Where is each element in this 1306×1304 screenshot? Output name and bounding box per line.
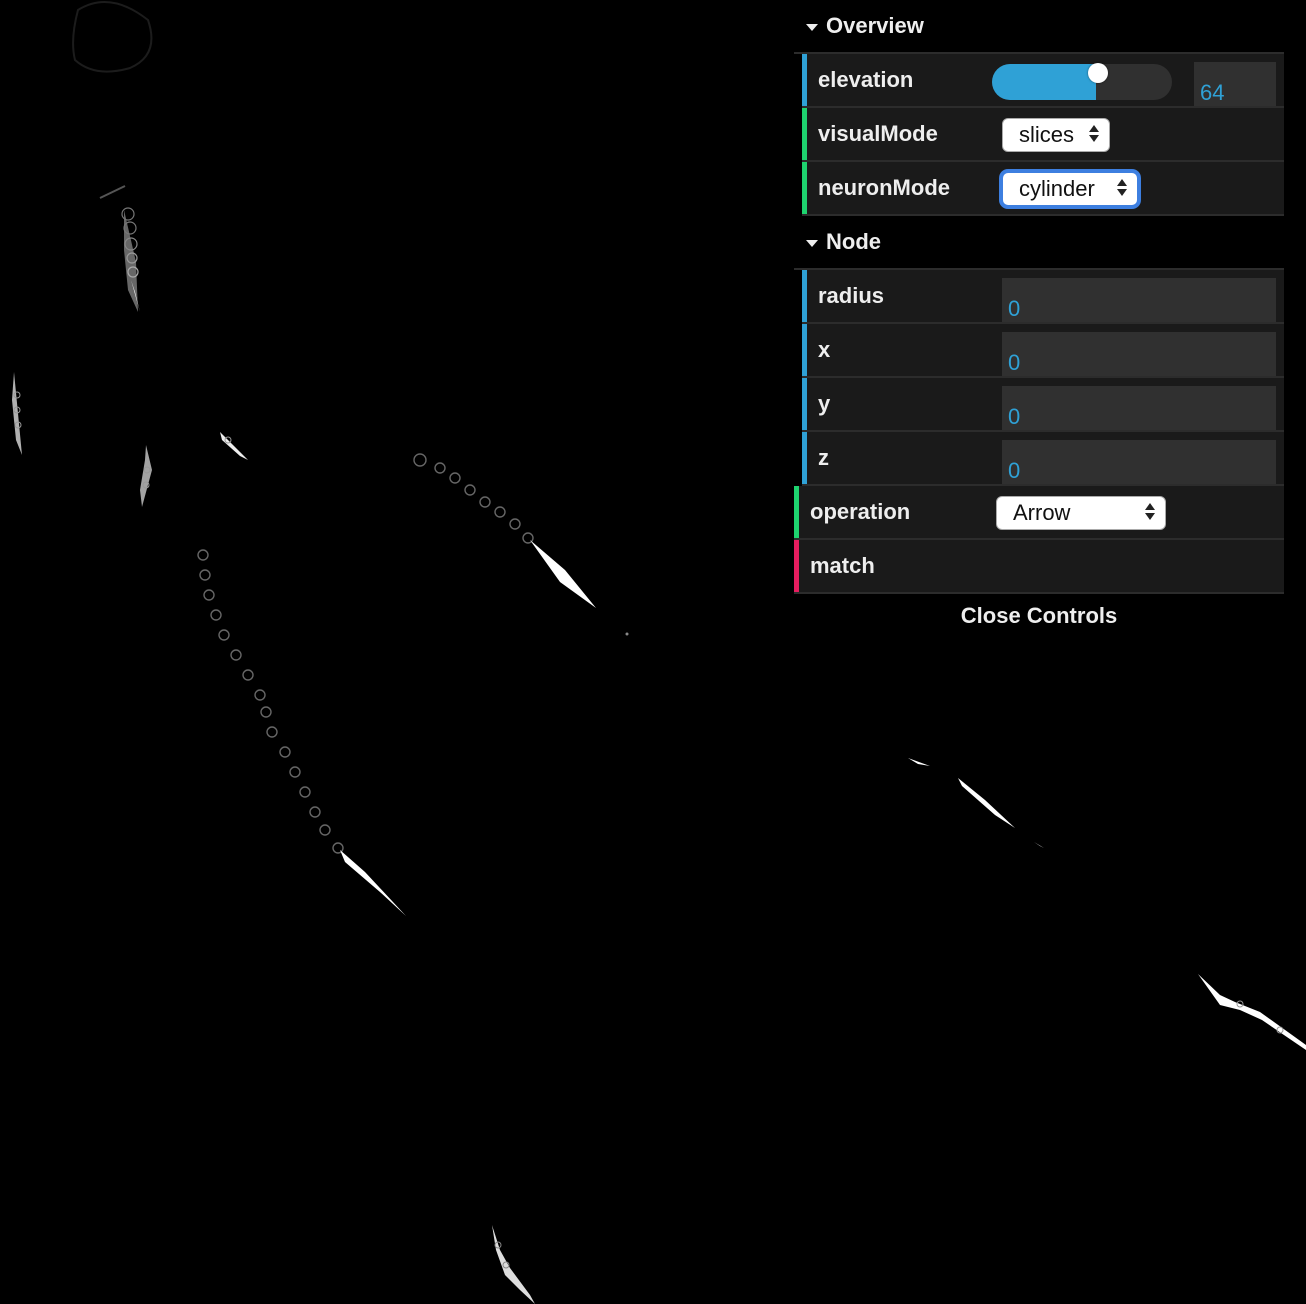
operation-label: operation [810,499,911,524]
number-accent-bar [802,324,807,376]
radius-label: radius [818,283,885,308]
folder-overview-title[interactable]: Overview [794,0,1284,54]
number-accent-bar [802,378,807,430]
match-label: match [810,553,875,578]
neurite-branch-9 [492,1225,535,1304]
elevation-value-input[interactable]: 64 [1194,62,1276,106]
option-accent-bar [802,108,807,160]
operation-select[interactable]: Arrow [996,496,1166,530]
control-visual-mode: visualMode slices [802,108,1284,162]
neurite-branch-8 [1198,974,1306,1050]
control-radius: radius 0 [802,270,1284,324]
control-operation: operation Arrow [794,486,1284,540]
folder-node-title[interactable]: Node [794,216,1284,270]
soma-outline [72,1,153,73]
speck [625,632,629,636]
folder-overview-label: Overview [826,13,924,38]
option-accent-bar [802,162,807,214]
match-button[interactable]: match [794,540,1284,594]
control-y: y 0 [802,378,1284,432]
z-label: z [818,445,829,470]
control-z: z 0 [802,432,1284,486]
control-x: x 0 [802,324,1284,378]
neuron-mode-select[interactable]: cylinder [1002,172,1138,206]
x-input[interactable]: 0 [1002,332,1276,376]
y-label: y [818,391,831,416]
y-input[interactable]: 0 [1002,386,1276,430]
x-label: x [818,337,831,362]
controls-panel: Overview elevation 64 visualMode slices … [794,0,1284,638]
neurite-branch-6-tip [415,450,596,608]
neurite-branch-6 [413,453,534,544]
neurite-branch-5 [197,549,344,854]
neuron-mode-label: neuronMode [818,175,950,200]
radius-input[interactable]: 0 [1002,278,1276,322]
close-controls-button[interactable]: Close Controls [794,594,1284,638]
neurite-branch-3 [140,445,152,507]
number-accent-bar [802,54,807,106]
number-accent-bar [802,270,807,322]
operation-selected: Arrow [1013,500,1071,525]
neurite-branch-5-tip [340,850,406,916]
neurite-branch-1 [99,185,140,312]
control-elevation: elevation 64 [802,54,1284,108]
z-input[interactable]: 0 [1002,440,1276,484]
collapse-triangle-icon [806,239,818,247]
folder-node-label: Node [826,229,881,254]
neurite-branch-4 [220,432,248,460]
option-accent-bar [794,486,799,538]
select-arrows-icon [1117,179,1127,199]
select-arrows-icon [1089,125,1099,145]
function-accent-bar [794,540,799,592]
visual-mode-label: visualMode [818,121,938,146]
visual-mode-selected: slices [1019,122,1075,147]
elevation-slider-knob[interactable] [1088,63,1108,83]
elevation-label: elevation [818,67,914,92]
number-accent-bar [802,432,807,484]
visual-mode-select[interactable]: slices [1002,118,1110,152]
neurite-branch-2 [12,372,22,455]
elevation-slider[interactable] [992,64,1172,100]
select-arrows-icon [1145,503,1155,523]
elevation-slider-fill [992,64,1097,100]
collapse-triangle-icon [806,23,818,31]
neuron-mode-selected: cylinder [1019,176,1095,201]
control-neuron-mode: neuronMode cylinder [802,162,1284,216]
neurite-branch-7 [908,758,1044,848]
